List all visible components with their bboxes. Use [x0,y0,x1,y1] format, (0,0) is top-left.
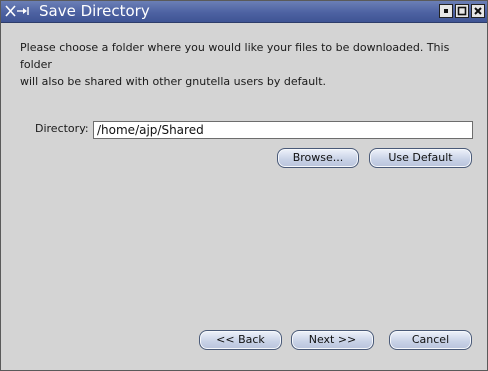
back-button[interactable]: << Back [199,330,282,350]
close-icon[interactable] [471,4,485,18]
title-bar[interactable]: Save Directory [1,1,487,23]
maximize-icon[interactable] [455,4,469,18]
instructions-line: Please choose a folder where you would l… [20,41,450,71]
directory-label: Directory: [35,122,89,135]
cancel-button[interactable]: Cancel [389,330,472,350]
minimize-icon[interactable] [439,4,453,18]
browse-button[interactable]: Browse... [277,148,359,168]
window-title: Save Directory [39,2,150,20]
instructions-line: will also be shared with other gnutella … [20,75,327,88]
x-arrow-icon[interactable] [4,3,34,19]
directory-input[interactable] [93,121,473,139]
next-button[interactable]: Next >> [291,330,374,350]
save-directory-dialog: Save Directory Please choose a folder wh… [0,0,488,371]
use-default-button[interactable]: Use Default [369,148,472,168]
instructions-text: Please choose a folder where you would l… [20,39,475,90]
